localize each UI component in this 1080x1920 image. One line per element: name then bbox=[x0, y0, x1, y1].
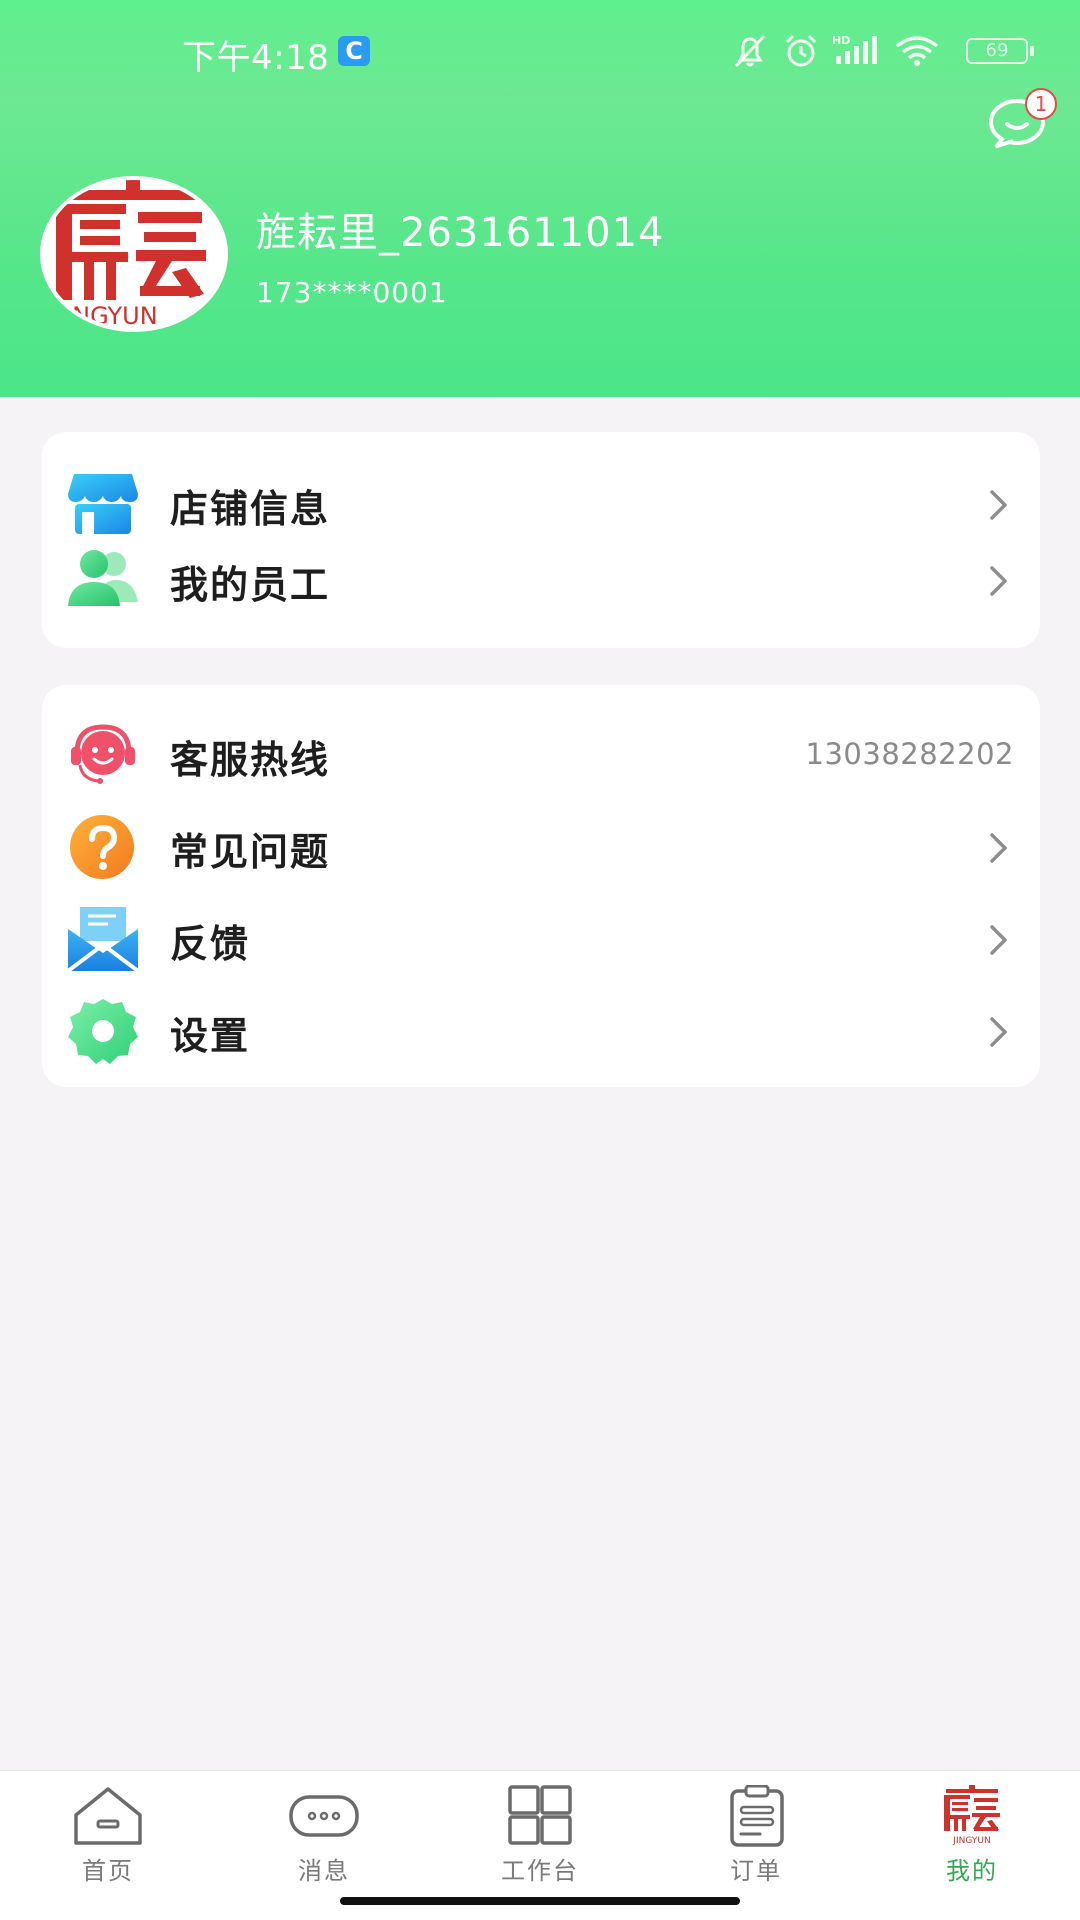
battery-tip bbox=[1030, 46, 1034, 56]
nav-tab-label: 工作台 bbox=[501, 1857, 579, 1885]
profile-header: 下午4:18 C HD 69 1 JINGYUN 旌耘里_2631611014 … bbox=[0, 0, 1080, 397]
chevron-right-icon bbox=[990, 1017, 1007, 1047]
feedback-icon bbox=[66, 907, 140, 973]
menu-item-settings[interactable]: 设置 bbox=[42, 985, 1040, 1077]
nav-tab-label: 消息 bbox=[298, 1857, 350, 1885]
message-count-badge: 1 bbox=[1025, 88, 1057, 120]
chevron-right-icon bbox=[990, 490, 1007, 520]
nav-tab-label: 我的 bbox=[946, 1857, 998, 1885]
user-name: 旌耘里_2631611014 bbox=[256, 210, 665, 256]
nav-tab-label: 首页 bbox=[82, 1857, 134, 1885]
faq-icon bbox=[70, 815, 134, 879]
avatar-logo-text: JINGYUN bbox=[56, 302, 158, 328]
signal-icon: HD bbox=[832, 34, 877, 64]
avatar[interactable]: JINGYUN bbox=[40, 176, 228, 332]
home-indicator[interactable] bbox=[340, 1897, 740, 1905]
svg-text:HD: HD bbox=[832, 34, 850, 47]
chevron-right-icon bbox=[990, 833, 1007, 863]
alarm-icon bbox=[785, 34, 817, 67]
jingyun-logo: JINGYUN bbox=[56, 180, 206, 328]
nav-tab-label: 订单 bbox=[730, 1857, 782, 1885]
chevron-right-icon bbox=[990, 925, 1007, 955]
menu-item-label: 店铺信息 bbox=[170, 487, 331, 531]
battery-icon: 69 bbox=[966, 38, 1028, 64]
message-icon bbox=[289, 1795, 359, 1837]
menu-item-faq[interactable]: 常见问题 bbox=[42, 801, 1040, 893]
menu-item-label: 我的员工 bbox=[170, 563, 331, 607]
chevron-right-icon bbox=[990, 566, 1007, 596]
menu-item-my-staff[interactable]: 我的员工 bbox=[42, 534, 1040, 626]
wifi-icon bbox=[895, 36, 939, 66]
profile-logo-icon: JINGYUN bbox=[944, 1785, 1000, 1846]
status-bar: 下午4:18 C HD 69 bbox=[0, 0, 1080, 100]
nav-tab-profile[interactable]: JINGYUN 我的 bbox=[864, 1771, 1080, 1891]
nav-tab-workbench[interactable]: 工作台 bbox=[432, 1771, 648, 1891]
staff-icon bbox=[68, 550, 138, 606]
user-phone: 173****0001 bbox=[256, 276, 448, 309]
app-notification-icon: C bbox=[338, 36, 370, 66]
profile-logo-text: JINGYUN bbox=[952, 1836, 990, 1846]
hotline-number[interactable]: 13038282202 bbox=[806, 737, 1014, 771]
nav-tab-home[interactable]: 首页 bbox=[0, 1771, 216, 1891]
orders-icon bbox=[730, 1785, 784, 1847]
settings-icon bbox=[68, 999, 138, 1064]
menu-card-shop: 店铺信息 我的员工 bbox=[42, 432, 1040, 648]
menu-item-label: 设置 bbox=[170, 1014, 251, 1058]
workbench-icon bbox=[508, 1785, 572, 1845]
status-time: 下午4:18 bbox=[182, 38, 330, 78]
bell-off-icon bbox=[734, 34, 766, 68]
nav-tab-messages[interactable]: 消息 bbox=[216, 1771, 432, 1891]
store-icon bbox=[68, 474, 138, 534]
menu-item-label: 反馈 bbox=[170, 922, 251, 966]
menu-item-customer-hotline[interactable]: 客服热线 13038282202 bbox=[42, 709, 1040, 801]
menu-card-support: 客服热线 13038282202 常见问题 反馈 设置 bbox=[42, 685, 1040, 1087]
menu-item-label: 常见问题 bbox=[170, 830, 331, 874]
menu-item-label: 客服热线 bbox=[170, 738, 331, 782]
home-icon bbox=[74, 1787, 142, 1845]
nav-tab-orders[interactable]: 订单 bbox=[648, 1771, 864, 1891]
menu-item-feedback[interactable]: 反馈 bbox=[42, 893, 1040, 985]
customer-service-icon bbox=[71, 724, 135, 784]
